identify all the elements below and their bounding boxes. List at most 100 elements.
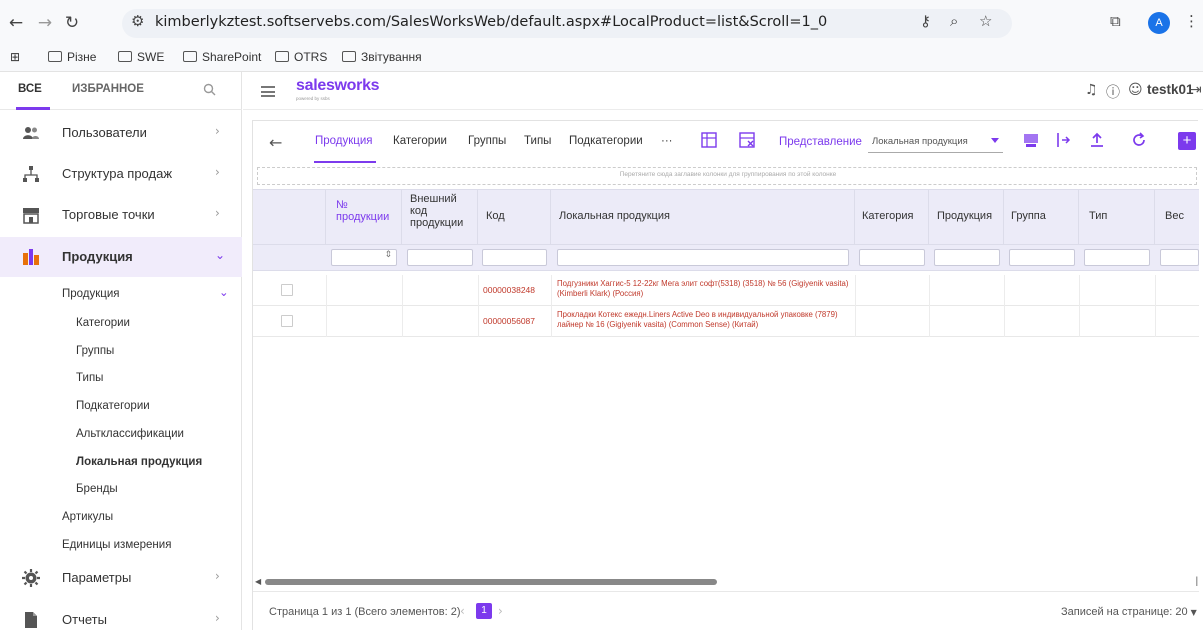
column-header-code[interactable]: Код — [478, 190, 551, 246]
help-icon[interactable]: ⓘ — [1106, 82, 1120, 102]
zoom-icon[interactable]: ⌕ — [950, 12, 958, 30]
tab-underline — [16, 107, 50, 110]
column-header-category[interactable]: Категория — [855, 190, 929, 246]
sidebar-item-products[interactable]: Продукция ⌄ — [0, 237, 242, 277]
bookmark-folder[interactable]: OTRS — [275, 50, 327, 64]
tab-categories[interactable]: Категории — [393, 135, 447, 147]
bookmark-folder[interactable]: Звітування — [342, 50, 422, 64]
sidebar: ВСЕ ИЗБРАННОЕ Пользователи › Структура п… — [0, 72, 242, 630]
menu-kebab-icon[interactable]: ⋮ — [1184, 12, 1199, 30]
sidebar-item-reports[interactable]: Отчеты › — [0, 600, 242, 630]
bookmarks-bar: ⊞ Різне SWE SharePoint OTRS Звітування — [0, 46, 1203, 72]
filter-category[interactable] — [859, 249, 925, 266]
column-header-group[interactable]: Группа — [1004, 190, 1079, 246]
extensions-icon[interactable]: ⧉ — [1110, 12, 1121, 30]
column-header-local-product[interactable]: Локальная продукция — [551, 190, 855, 246]
bookmark-folder[interactable]: SWE — [118, 50, 164, 64]
bookmark-folder[interactable]: Різне — [48, 50, 96, 64]
sidebar-item-brands[interactable]: Бренды — [76, 483, 118, 495]
sidebar-item-outlets[interactable]: Торговые точки › — [0, 195, 242, 235]
bell-icon[interactable]: ♫ — [1085, 82, 1098, 98]
sidebar-item-groups[interactable]: Группы — [76, 345, 114, 357]
filter-external-code[interactable] — [407, 249, 473, 266]
per-page-selector[interactable]: Записей на странице: 20 ▼ — [1061, 606, 1197, 618]
export-excel-icon[interactable] — [1023, 132, 1039, 148]
user-name[interactable]: testk01 — [1147, 82, 1194, 97]
bookmark-star-icon[interactable]: ☆ — [979, 12, 992, 30]
filter-product-number[interactable]: ⇕ — [331, 249, 397, 266]
table-row[interactable]: 00000038248 Подгузники Хаггис-5 12-22кг … — [253, 275, 1199, 306]
back-arrow-icon[interactable]: ← — [6, 12, 26, 34]
profile-avatar[interactable]: A — [1148, 12, 1170, 34]
sidebar-item-articles[interactable]: Артикулы — [62, 511, 113, 523]
group-drop-zone[interactable]: Перетяните сюда заглавие колонки для гру… — [257, 167, 1197, 185]
forward-arrow-icon[interactable]: → — [35, 12, 55, 34]
more-tabs-button[interactable]: ··· — [661, 135, 673, 147]
column-header-select[interactable] — [253, 190, 326, 246]
row-code-link[interactable]: 00000056087 — [483, 316, 535, 326]
bookmark-folder[interactable]: SharePoint — [183, 50, 261, 64]
filter-group[interactable] — [1009, 249, 1075, 266]
sidebar-item-units[interactable]: Единицы измерения — [62, 539, 171, 551]
tab-types[interactable]: Типы — [524, 135, 551, 147]
row-code-link[interactable]: 00000038248 — [483, 285, 535, 295]
sidebar-item-sales-structure[interactable]: Структура продаж › — [0, 154, 242, 194]
upload-icon[interactable] — [1089, 132, 1105, 148]
scroll-right-icon[interactable]: ▕ — [1191, 577, 1197, 586]
password-key-icon[interactable]: ⚷ — [920, 12, 931, 30]
sidebar-subgroup-products[interactable]: Продукция — [62, 288, 120, 300]
sidebar-item-parameters[interactable]: Параметры › — [0, 558, 242, 598]
site-settings-icon[interactable]: ⚙ — [131, 12, 144, 30]
scrollbar-thumb[interactable] — [265, 579, 717, 585]
tab-favorites[interactable]: ИЗБРАННОЕ — [72, 83, 144, 95]
tab-groups[interactable]: Группы — [468, 135, 506, 147]
filter-product[interactable] — [934, 249, 1000, 266]
column-chooser-icon[interactable] — [1055, 132, 1071, 148]
chevron-right-icon: › — [215, 206, 220, 220]
filter-weight[interactable] — [1160, 249, 1199, 266]
spinner-icon[interactable]: ⇕ — [384, 250, 392, 260]
view-select[interactable]: Локальная продукция — [868, 133, 1003, 153]
row-checkbox[interactable] — [281, 284, 293, 296]
next-page-icon[interactable]: › — [498, 604, 503, 618]
add-button[interactable]: + — [1178, 132, 1196, 150]
horizontal-scrollbar[interactable]: ◀ ▕ — [253, 577, 1199, 587]
scroll-left-icon[interactable]: ◀ — [255, 577, 261, 586]
grid-reset-icon[interactable] — [739, 132, 755, 148]
prev-page-icon[interactable]: ‹ — [460, 604, 465, 618]
row-name-link[interactable]: Прокладки Котекс ежедн.Liners Active Deo… — [557, 310, 857, 330]
folder-icon — [118, 51, 132, 62]
column-header-type[interactable]: Тип — [1079, 190, 1155, 246]
filter-local-product[interactable] — [557, 249, 849, 266]
filter-code[interactable] — [482, 249, 547, 266]
search-icon[interactable] — [203, 83, 216, 96]
grid-settings-icon[interactable] — [701, 132, 717, 148]
back-arrow-icon[interactable]: ← — [269, 133, 282, 152]
filter-type[interactable] — [1084, 249, 1150, 266]
refresh-icon[interactable] — [1131, 132, 1147, 148]
sidebar-item-users[interactable]: Пользователи › — [0, 113, 242, 153]
column-header-product[interactable]: Продукция — [929, 190, 1004, 246]
hamburger-menu-icon[interactable] — [261, 86, 275, 97]
page-button[interactable]: 1 — [476, 603, 492, 619]
column-header-external-code[interactable]: Внешний код продукции — [402, 190, 478, 246]
sidebar-item-subcategories[interactable]: Подкатегории — [76, 400, 150, 412]
sidebar-item-categories[interactable]: Категории — [76, 317, 130, 329]
table-row[interactable]: 00000056087 Прокладки Котекс ежедн.Liner… — [253, 306, 1199, 337]
tab-subcategories[interactable]: Подкатегории — [569, 135, 643, 147]
row-name-link[interactable]: Подгузники Хаггис-5 12-22кг Мега элит со… — [557, 279, 857, 299]
column-header-product-number[interactable]: № продукции — [326, 190, 402, 246]
reload-icon[interactable]: ↻ — [62, 12, 82, 34]
tab-all[interactable]: ВСЕ — [18, 83, 42, 95]
sidebar-item-altclassifications[interactable]: Альтклассификации — [76, 428, 184, 440]
tab-products[interactable]: Продукция — [315, 135, 373, 147]
sidebar-item-types[interactable]: Типы — [76, 372, 103, 384]
url-text[interactable]: kimberlykztest.softservebs.com/SalesWork… — [155, 14, 827, 30]
apps-grid-icon[interactable]: ⊞ — [10, 50, 20, 64]
row-checkbox[interactable] — [281, 315, 293, 327]
column-header-weight[interactable]: Вес — [1155, 190, 1199, 246]
sidebar-item-local-products[interactable]: Локальная продукция — [76, 456, 202, 468]
chevron-down-icon[interactable]: ⌄ — [219, 285, 229, 299]
user-icon[interactable]: ☺ — [1128, 82, 1143, 98]
logout-icon[interactable]: ⇥ — [1190, 82, 1202, 98]
